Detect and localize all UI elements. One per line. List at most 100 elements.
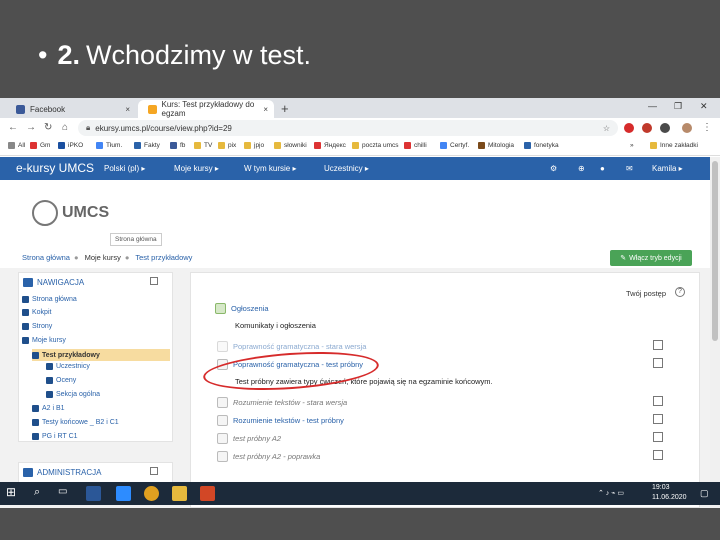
menu-this-course[interactable]: W tym kursie ▸ (244, 164, 296, 173)
menu-language[interactable]: Polski (pl) ▸ (104, 164, 145, 173)
menu-my-courses[interactable]: Moje kursy ▸ (174, 164, 219, 173)
bookmark-item[interactable]: Tłum. (96, 142, 122, 149)
completion-checkbox[interactable] (653, 450, 663, 460)
completion-checkbox[interactable] (653, 358, 663, 368)
administration-block-header[interactable]: ADMINISTRACJA (19, 463, 172, 481)
completion-checkbox[interactable] (653, 340, 663, 350)
windows-start-icon[interactable]: ⊞ (6, 485, 21, 500)
bookmark-item[interactable]: poczta umcs (352, 142, 399, 149)
breadcrumb-home[interactable]: Strona główna (22, 253, 70, 262)
word-icon[interactable] (86, 486, 101, 501)
folder-icon (244, 142, 251, 149)
bookmark-item[interactable]: fb (170, 142, 185, 149)
more-bookmarks-icon[interactable]: » (630, 142, 634, 149)
bookmark-item[interactable]: Mitologia (478, 142, 514, 149)
quiz-icon (217, 397, 228, 408)
tab-facebook[interactable]: Facebook × (6, 100, 136, 118)
bookmark-item[interactable]: pix (218, 142, 236, 149)
bookmark-item[interactable]: fonetyka (524, 142, 559, 149)
gear-icon[interactable]: ⚙︎ (550, 164, 557, 173)
forward-icon[interactable]: → (26, 122, 36, 133)
reload-icon[interactable]: ↻ (44, 122, 52, 133)
bookmarks-bar: All Gm iPKO Tłum. Fakty fb TV pix jpjo s… (0, 138, 720, 156)
collapse-icon[interactable] (150, 467, 158, 475)
help-icon[interactable]: ? (675, 287, 685, 297)
bookmark-item[interactable]: Certyf. (440, 142, 469, 149)
nav-item-test-course[interactable]: Test przykładowy (32, 349, 170, 361)
home-icon[interactable]: ⌂ (62, 122, 68, 133)
bookmark-item[interactable]: Fakty (134, 142, 160, 149)
site-brand[interactable]: e-kursy UMCS (16, 161, 94, 175)
powerpoint-icon[interactable] (200, 486, 215, 501)
breadcrumb-course[interactable]: Test przykładowy (135, 253, 192, 262)
new-tab-button[interactable]: + (281, 101, 289, 116)
back-icon[interactable]: ← (8, 122, 18, 133)
address-bar[interactable]: 🔒︎ ekursy.umcs.pl/course/view.php?id=29 … (78, 120, 618, 136)
edit-mode-button[interactable]: ✎ Włącz tryb edycji (610, 250, 692, 266)
messages-icon[interactable]: ✉︎ (626, 164, 633, 173)
nav-item-general-section[interactable]: Sekcja ogólna (46, 391, 100, 398)
bookmark-item[interactable]: Яндекс (314, 142, 346, 149)
maximize-icon[interactable]: ❐ (674, 101, 682, 112)
scrollbar-thumb[interactable] (712, 161, 718, 341)
star-icon[interactable]: ☆ (603, 124, 610, 133)
avatar[interactable] (682, 123, 692, 133)
nav-item-home[interactable]: Strona główna (22, 296, 77, 303)
activity-reading-old[interactable]: Rozumienie tekstów - stara wersja (217, 397, 347, 408)
extension-icon[interactable] (660, 123, 670, 133)
nav-item-pg-rt[interactable]: PG i RT C1 (32, 433, 78, 440)
search-icon[interactable]: ⌕ (34, 486, 49, 501)
zoom-icon[interactable] (116, 486, 131, 501)
completion-checkbox[interactable] (653, 432, 663, 442)
scrollbar[interactable] (710, 157, 720, 508)
bookmark-item[interactable]: chilli (404, 142, 427, 149)
nav-item-pages[interactable]: Strony (22, 323, 52, 330)
breadcrumb-my-courses[interactable]: Moje kursy (85, 253, 121, 262)
nav-item-dashboard[interactable]: Kokpit (22, 309, 51, 316)
navigation-block-header[interactable]: NAWIGACJA (19, 273, 172, 291)
breadcrumb-separator-icon: ● (124, 253, 130, 262)
menu-participants[interactable]: Uczestnicy ▸ (324, 164, 369, 173)
chrome-icon[interactable] (144, 486, 159, 501)
file-explorer-icon[interactable] (172, 486, 187, 501)
window-close-icon[interactable]: ✕ (700, 101, 708, 112)
tray-icons[interactable]: ⌃ ♪ ⌁ ▭ (598, 489, 624, 497)
nav-item-participants[interactable]: Uczestnicy (46, 363, 90, 370)
activity-reading-test[interactable]: Rozumienie tekstów - test próbny (217, 415, 344, 426)
address-row: ← → ↻ ⌂ 🔒︎ ekursy.umcs.pl/course/view.ph… (0, 118, 720, 138)
menu-icon[interactable]: ⋮ (702, 122, 712, 133)
activity-announcements[interactable]: Ogłoszenia (215, 303, 269, 314)
activity-a2-retake[interactable]: test próbny A2 - poprawka (217, 451, 320, 462)
activity-a2-test[interactable]: test próbny A2 (217, 433, 281, 444)
nav-item-final-tests[interactable]: Testy końcowe _ B2 i C1 (32, 419, 119, 426)
bookmark-item[interactable]: Gm (30, 142, 50, 149)
close-icon[interactable]: × (263, 105, 268, 114)
bookmark-item[interactable]: iPKO (58, 142, 83, 149)
task-view-icon[interactable]: ▭ (58, 486, 73, 501)
nav-item-grades[interactable]: Oceny (46, 377, 76, 384)
plus-icon[interactable]: ⊕ (578, 164, 585, 173)
bookmark-item[interactable]: TV (194, 142, 212, 149)
completion-checkbox[interactable] (653, 414, 663, 424)
bookmark-item[interactable]: All (8, 142, 25, 149)
tab-course[interactable]: Kurs: Test przykładowy do egzam × (138, 100, 274, 118)
clock-time[interactable]: 19:03 (652, 484, 670, 491)
close-icon[interactable]: × (125, 105, 130, 114)
breadcrumb: Strona główna ● Moje kursy ● Test przykład… (22, 253, 196, 262)
activity-grammar-old[interactable]: Poprawność gramatyczna - stara wersja (217, 341, 366, 352)
bookmark-item[interactable]: Inne zakładki (650, 142, 698, 149)
user-menu[interactable]: Kamila ▸ (652, 164, 683, 173)
opera-icon[interactable] (624, 123, 634, 133)
completion-checkbox[interactable] (653, 396, 663, 406)
notifications-icon[interactable]: ● (600, 164, 605, 173)
bookmark-item[interactable]: słowniki (274, 142, 307, 149)
nav-item-a2-b1[interactable]: A2 i B1 (32, 405, 65, 412)
umcs-logo[interactable]: UMCS (32, 200, 109, 226)
extension-icon[interactable] (642, 123, 652, 133)
clock-date[interactable]: 11.06.2020 (652, 494, 687, 501)
minimize-icon[interactable]: — (648, 101, 657, 111)
bookmark-item[interactable]: jpjo (244, 142, 264, 149)
nav-item-my-courses[interactable]: Moje kursy (22, 337, 66, 344)
notifications-icon[interactable]: ▢ (700, 488, 709, 499)
collapse-icon[interactable] (150, 277, 158, 285)
